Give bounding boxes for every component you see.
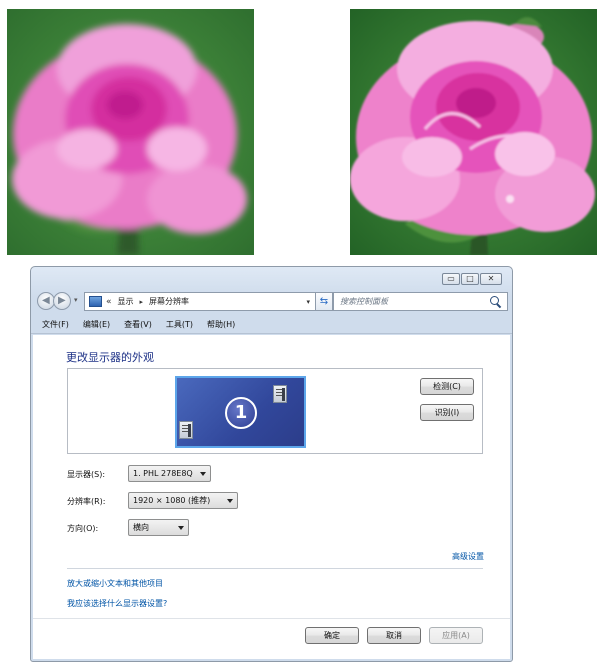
chevron-down-icon [200, 471, 206, 476]
forward-arrow-icon: ▶ [58, 295, 66, 306]
display-select[interactable]: 1. PHL 278E8Q [128, 465, 211, 482]
refresh-button[interactable]: ⇆ [316, 292, 333, 311]
search-box[interactable] [333, 292, 508, 311]
resolution-select-value: 1920 × 1080 (推荐) [133, 496, 211, 505]
cancel-button[interactable]: 取消 [367, 627, 421, 644]
detect-identify-buttons: 检测(C) 识别(I) [420, 378, 474, 421]
maximize-button[interactable]: □ [461, 273, 479, 285]
orientation-select-value: 横向 [133, 523, 149, 532]
orientation-select[interactable]: 横向 [128, 519, 189, 536]
display-select-value: 1. PHL 278E8Q [133, 469, 193, 478]
menu-file[interactable]: 文件(F) [35, 317, 76, 332]
menu-bar: 文件(F) 编辑(E) 查看(V) 工具(T) 帮助(H) [35, 317, 512, 332]
identify-button[interactable]: 识别(I) [420, 404, 474, 421]
minimize-button[interactable]: ▭ [442, 273, 460, 285]
page-title: 更改显示器的外观 [66, 351, 154, 364]
resolution-label: 分辨率(R): [67, 497, 106, 506]
display-label: 显示器(S): [67, 470, 106, 479]
address-bar[interactable]: « 显示 ▸ 屏幕分辨率 ▾ [84, 292, 316, 311]
window-controls: ▭ □ ✕ [442, 273, 502, 285]
detect-button[interactable]: 检测(C) [420, 378, 474, 395]
footer-divider [33, 618, 510, 619]
menu-tools[interactable]: 工具(T) [159, 317, 200, 332]
refresh-icon: ⇆ [319, 296, 329, 307]
content-pane: 更改显示器的外观 1 检测(C) 识别(I) 显示器(S): 1. PHL 27… [33, 335, 510, 659]
chevron-down-icon [178, 525, 184, 530]
breadcrumb-separator[interactable]: ▸ [140, 298, 144, 306]
address-dropdown-arrow[interactable]: ▾ [306, 298, 310, 306]
which-settings-link[interactable]: 我应该选择什么显示器设置? [67, 598, 167, 609]
breadcrumb-screen-resolution[interactable]: 屏幕分辨率 [149, 296, 189, 307]
menu-divider [31, 333, 512, 334]
rose-photo-low-resolution [7, 9, 254, 255]
back-arrow-icon: ◀ [42, 295, 50, 306]
resolution-select[interactable]: 1920 × 1080 (推荐) [128, 492, 238, 509]
content-divider [67, 568, 483, 569]
text-size-link[interactable]: 放大或缩小文本和其他项目 [67, 578, 163, 589]
monitor-number-badge: 1 [225, 397, 257, 429]
menu-view[interactable]: 查看(V) [117, 317, 159, 332]
search-icon[interactable] [489, 295, 503, 309]
navigation-bar: ◀ ▶ ▾ « 显示 ▸ 屏幕分辨率 ▾ ⇆ [37, 292, 508, 312]
breadcrumb-display[interactable]: 显示 [118, 296, 134, 307]
advanced-settings-link[interactable]: 高级设置 [452, 551, 484, 562]
chevron-down-icon [227, 498, 233, 503]
close-button[interactable]: ✕ [480, 273, 502, 285]
dialog-buttons: 确定 取消 应用(A) [305, 627, 483, 644]
recent-pages-dropdown[interactable]: ▾ [74, 296, 78, 304]
search-input[interactable] [340, 297, 489, 306]
screen-resolution-window: ▭ □ ✕ ◀ ▶ ▾ « 显示 ▸ 屏幕分辨率 ▾ ⇆ 文件(F) 编辑(E)… [30, 266, 513, 662]
control-panel-icon [89, 296, 102, 307]
menu-help[interactable]: 帮助(H) [200, 317, 242, 332]
menu-edit[interactable]: 编辑(E) [76, 317, 117, 332]
monitor-1-tile[interactable]: 1 [175, 376, 306, 448]
apply-button[interactable]: 应用(A) [429, 627, 483, 644]
rose-photo-high-resolution [350, 9, 597, 255]
document-icon [273, 385, 287, 403]
orientation-label: 方向(O): [67, 524, 99, 533]
breadcrumb-overflow[interactable]: « [106, 297, 112, 307]
forward-button[interactable]: ▶ [53, 292, 71, 310]
ok-button[interactable]: 确定 [305, 627, 359, 644]
document-icon [179, 421, 193, 439]
display-preview-area: 1 检测(C) 识别(I) [67, 368, 483, 454]
